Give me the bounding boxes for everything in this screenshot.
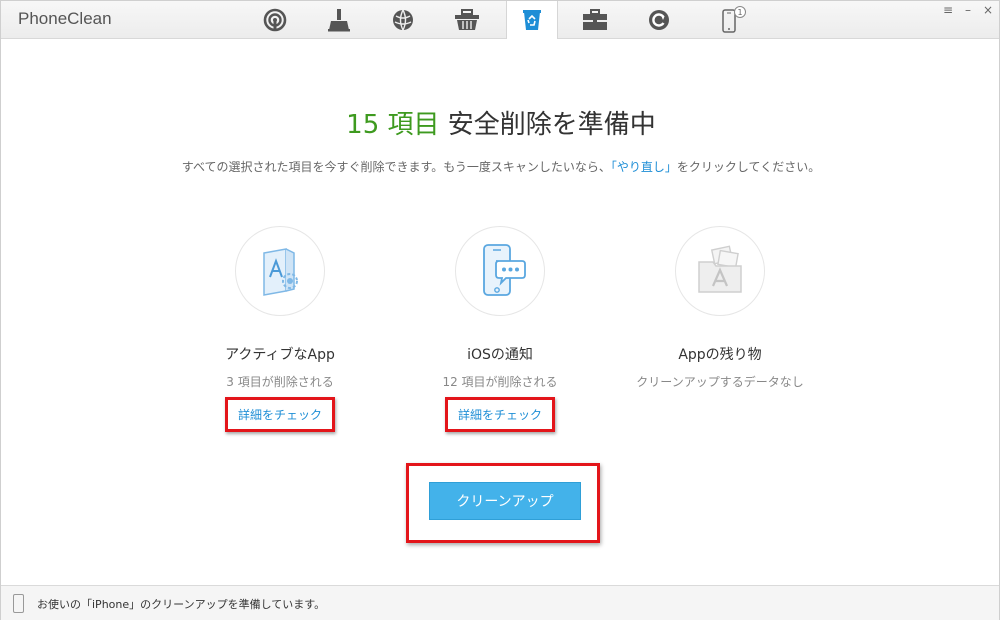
- check-details-link[interactable]: 詳細をチェック: [224, 397, 335, 432]
- toolbar-toolbox-button[interactable]: [570, 1, 620, 38]
- page-title: 15 項目 安全削除を準備中: [1, 104, 1000, 141]
- feature-app-leftovers: Appの残り物 クリーンアップするデータなし: [610, 226, 830, 389]
- app-window: PhoneClean 1 ≡ – × 15 項目 安全削除を準備中 すべての選択…: [0, 0, 1000, 620]
- menu-button[interactable]: ≡: [940, 3, 956, 17]
- toolbar-internet-button[interactable]: [378, 1, 428, 38]
- app-title: PhoneClean: [18, 9, 112, 28]
- toolbar-device-button[interactable]: 1: [707, 1, 757, 38]
- check-details-link[interactable]: 詳細をチェック: [444, 397, 555, 432]
- status-text: お使いの「iPhone」のクリーンアップを準備しています。: [37, 598, 326, 611]
- status-bar: お使いの「iPhone」のクリーンアップを準備しています。: [1, 585, 999, 620]
- app-document-icon: [263, 248, 298, 296]
- toolbar-speed-up-button[interactable]: [250, 1, 300, 38]
- feature-name: アクティブなApp: [225, 347, 335, 363]
- title-bar: PhoneClean 1 ≡ – ×: [1, 1, 999, 39]
- feature-icon-circle: [455, 226, 545, 316]
- headline-text: 安全削除を準備中: [447, 110, 656, 140]
- feature-desc: 12 項目が削除される: [442, 375, 558, 389]
- feature-name: Appの残り物: [678, 347, 762, 363]
- toolbar-privacy-button[interactable]: [506, 1, 558, 39]
- redo-link[interactable]: 「やり直し」: [611, 160, 677, 174]
- close-button[interactable]: ×: [980, 3, 996, 17]
- globe-icon: [393, 9, 413, 30]
- phone-icon: 1: [722, 5, 746, 33]
- feature-ios-notifications: iOSの通知 12 項目が削除される 詳細をチェック: [390, 226, 610, 432]
- item-count: 15 項目: [346, 110, 440, 140]
- minimize-button[interactable]: –: [960, 3, 976, 17]
- restore-icon: [649, 9, 669, 30]
- toolbar-backup-button[interactable]: [634, 1, 684, 38]
- instruction-after: をクリックしてください。: [676, 160, 821, 174]
- feature-active-apps: アクティブなApp 3 項目が削除される 詳細をチェック: [170, 226, 390, 432]
- toolbar-junk-button[interactable]: [442, 1, 492, 38]
- cleanup-button[interactable]: クリーンアップ: [429, 482, 581, 520]
- broom-icon: [328, 8, 350, 31]
- feature-desc: 3 項目が削除される: [226, 375, 334, 389]
- feature-icon-circle: [675, 226, 765, 316]
- instruction-text: すべての選択された項目を今すぐ削除できます。もう一度スキャンしたいなら、「やり直…: [1, 158, 1000, 175]
- app-folder-icon: [698, 245, 742, 293]
- device-count-badge: 1: [737, 8, 742, 17]
- phone-notification-icon: [483, 244, 526, 296]
- instruction-before: すべての選択された項目を今すぐ削除できます。もう一度スキャンしたいなら、: [181, 160, 611, 174]
- feature-desc: クリーンアップするデータなし: [636, 375, 804, 389]
- radar-icon: [263, 8, 287, 31]
- recycle-bin-icon: [523, 10, 541, 30]
- toolbox-icon: [583, 8, 607, 30]
- feature-name: iOSの通知: [467, 347, 533, 363]
- feature-icon-circle: [235, 226, 325, 316]
- phone-status-icon: [13, 594, 24, 613]
- toolbar-clean-button[interactable]: [314, 1, 364, 38]
- basket-icon: [455, 8, 479, 30]
- cleanup-highlight: クリーンアップ: [406, 463, 600, 543]
